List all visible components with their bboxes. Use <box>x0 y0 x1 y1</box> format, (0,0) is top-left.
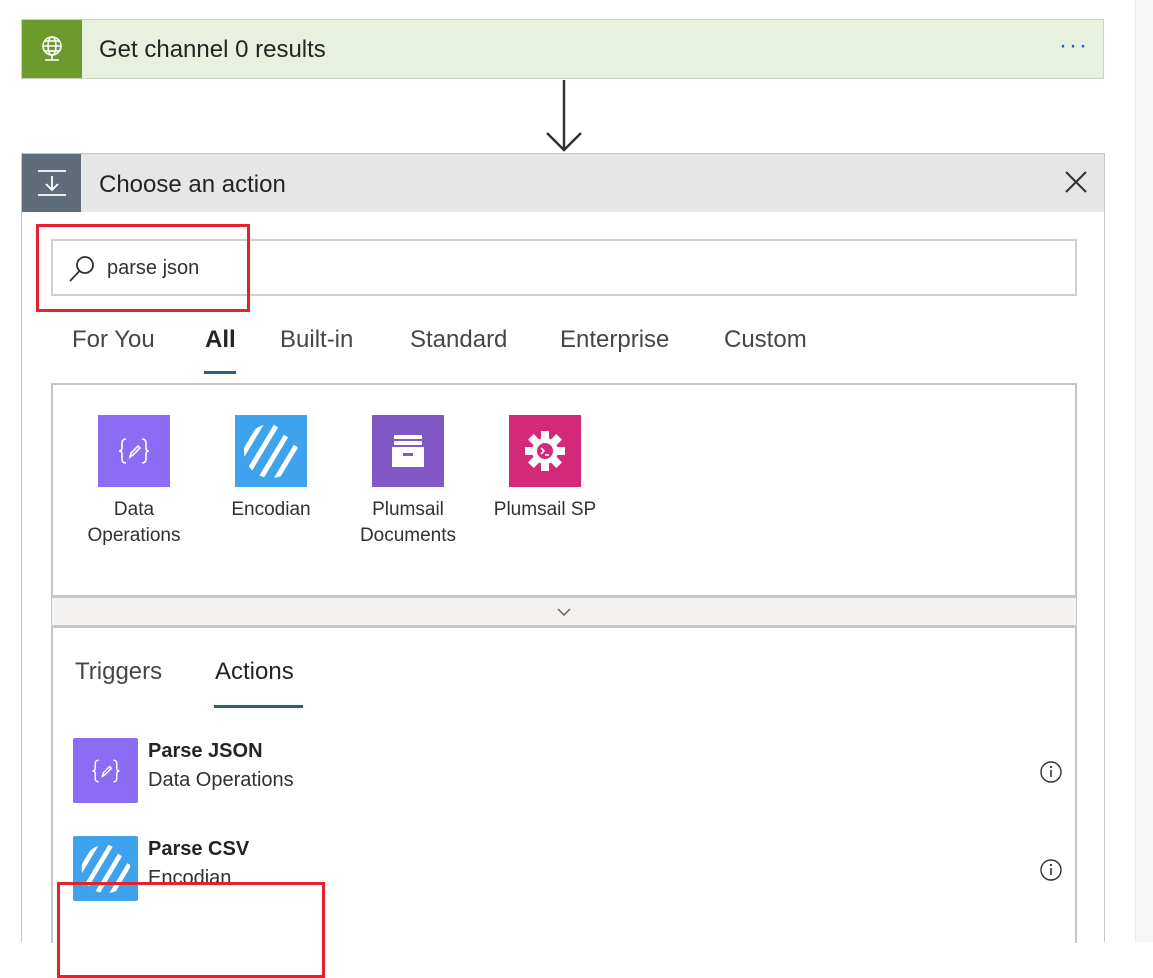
action-title: Parse JSON <box>148 740 263 762</box>
search-box[interactable] <box>51 239 1077 296</box>
tab-custom[interactable]: Custom <box>724 326 807 354</box>
data-operations-icon <box>98 415 170 487</box>
connector-label: Plumsail Documents <box>359 499 457 546</box>
tab-built-in[interactable]: Built-in <box>280 326 353 354</box>
chevron-down-icon <box>557 608 571 616</box>
tab-for-you[interactable]: For You <box>72 326 155 354</box>
encodian-icon <box>73 836 138 901</box>
choose-action-panel: Choose an action For You All Built-in St… <box>21 153 1105 978</box>
tab-all[interactable]: All <box>205 326 236 354</box>
action-title: Parse CSV <box>148 838 250 860</box>
right-scrollbar[interactable] <box>1135 0 1153 942</box>
action-parse-json[interactable]: Parse JSON Data Operations <box>73 738 1063 804</box>
action-connector-name: Data Operations <box>148 769 294 791</box>
info-icon[interactable] <box>1039 760 1063 784</box>
expand-connectors-bar[interactable] <box>51 597 1077 626</box>
search-icon <box>69 256 94 282</box>
more-options-button[interactable]: ··· <box>1059 34 1089 58</box>
connector-plumsail-documents[interactable]: Plumsail Documents <box>343 415 473 549</box>
arrow-down-icon <box>546 80 582 152</box>
panel-header: Choose an action <box>22 154 1104 212</box>
get-channel-card[interactable]: Get channel 0 results ··· <box>21 19 1104 79</box>
sub-tab-active-underline <box>214 705 303 708</box>
connector-label: Plumsail SP <box>493 499 597 520</box>
action-parse-csv[interactable]: Parse CSV Encodian <box>73 836 1063 902</box>
actions-list-panel: Triggers Actions Parse JSON Data Operati… <box>51 626 1077 978</box>
tab-standard[interactable]: Standard <box>410 326 507 354</box>
plumsail-sp-icon <box>509 415 581 487</box>
search-input[interactable] <box>107 253 1007 283</box>
tab-actions[interactable]: Actions <box>215 658 294 686</box>
action-connector-name: Encodian <box>148 867 232 889</box>
encodian-icon <box>235 415 307 487</box>
close-icon[interactable] <box>1062 168 1090 196</box>
connectors-grid: Data Operations Encodian Plumsail Docume… <box>51 383 1077 597</box>
data-operations-icon <box>73 738 138 803</box>
connector-label: Encodian <box>231 499 311 520</box>
tab-triggers[interactable]: Triggers <box>75 658 162 686</box>
connector-plumsail-sp[interactable]: Plumsail SP <box>480 415 610 523</box>
tab-enterprise[interactable]: Enterprise <box>560 326 669 354</box>
panel-title: Choose an action <box>99 171 286 198</box>
globe-icon <box>22 20 82 78</box>
action-icon <box>22 154 81 212</box>
card-title: Get channel 0 results <box>99 36 326 63</box>
info-icon[interactable] <box>1039 858 1063 882</box>
connector-data-operations[interactable]: Data Operations <box>69 415 199 549</box>
connector-label: Data Operations <box>87 499 181 546</box>
tab-active-underline <box>204 371 236 374</box>
category-tabs: For You All Built-in Standard Enterprise… <box>22 326 1022 376</box>
plumsail-documents-icon <box>372 415 444 487</box>
connector-encodian[interactable]: Encodian <box>206 415 336 523</box>
